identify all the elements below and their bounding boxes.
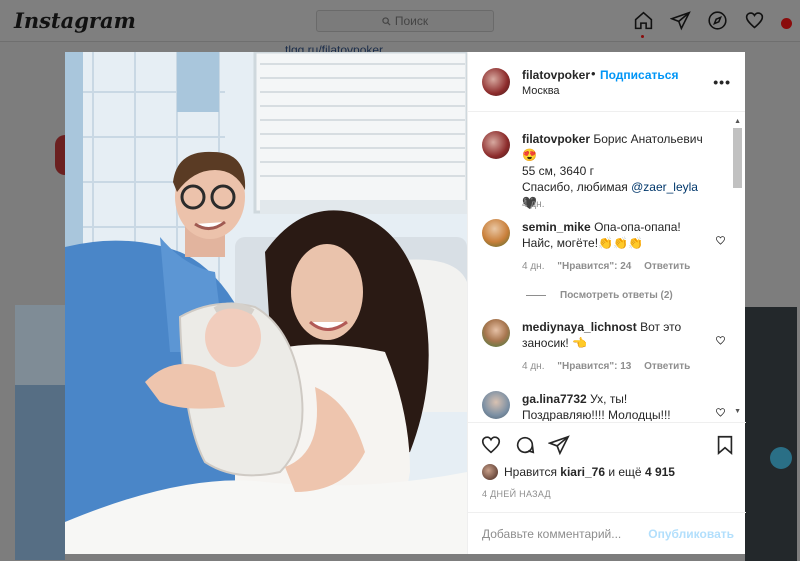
- comment-username[interactable]: mediynaya_lichnost: [522, 320, 637, 334]
- comment-text: semin_mike Опа-опа-опапа! Найс, могёте!👏…: [522, 219, 710, 251]
- comment-text: ga.lina7732 Ух, ты! Поздравляю!!!! Молод…: [522, 391, 710, 421]
- background-post-thumbnail-top: [15, 305, 65, 385]
- caption-username[interactable]: filatovpoker: [522, 132, 590, 146]
- heart-icon[interactable]: [744, 10, 765, 36]
- background-avatar-fragment: [55, 135, 65, 175]
- scroll-down-arrow[interactable]: ▼: [734, 408, 741, 415]
- background-thumbnail-detail: [770, 447, 792, 469]
- comment-meta: 4 дн. "Нравится": 13 Ответить: [522, 361, 700, 372]
- author-avatar[interactable]: [482, 68, 510, 96]
- top-navigation-bar: Instagram Поиск: [0, 0, 800, 42]
- comments-scrollbar-thumb[interactable]: [733, 128, 742, 188]
- publish-button[interactable]: Опубликовать: [648, 527, 734, 541]
- post-timestamp[interactable]: 4 ДНЕЙ НАЗАД: [482, 489, 551, 499]
- liker-avatar: [482, 464, 498, 480]
- post-actions: [468, 422, 746, 458]
- share-icon[interactable]: [548, 434, 570, 456]
- comment-likes[interactable]: "Нравится": 24: [557, 261, 631, 272]
- caption-avatar[interactable]: [482, 131, 510, 159]
- view-replies-label: Посмотреть ответы (2): [560, 290, 673, 301]
- like-comment-icon[interactable]: [715, 233, 726, 251]
- view-replies-button[interactable]: Посмотреть ответы (2): [526, 290, 673, 301]
- comment-input[interactable]: Добавьте комментарий...: [482, 527, 621, 541]
- comment-username[interactable]: semin_mike: [522, 220, 591, 234]
- instagram-logo[interactable]: Instagram: [14, 8, 136, 33]
- post-photo[interactable]: [65, 52, 467, 554]
- save-bookmark-icon[interactable]: [714, 434, 736, 456]
- comment-username[interactable]: ga.lina7732: [522, 392, 587, 406]
- likes-text: Нравится kiari_76 и ещё 4 915: [504, 465, 675, 479]
- liker-username[interactable]: kiari_76: [560, 465, 605, 479]
- likes-count[interactable]: 4 915: [645, 465, 675, 479]
- caption-time[interactable]: 4 дн.: [522, 199, 544, 210]
- caption-meta: 4 дн.: [522, 199, 554, 210]
- like-icon[interactable]: [480, 434, 502, 456]
- follow-button[interactable]: Подписаться: [600, 68, 678, 82]
- comment-time[interactable]: 4 дн.: [522, 361, 544, 372]
- caption-mention[interactable]: @zaer_leyla: [631, 180, 698, 194]
- comment-time[interactable]: 4 дн.: [522, 261, 544, 272]
- comments-list[interactable]: filatovpoker Борис Анатольевич😍 55 см, 3…: [468, 113, 746, 421]
- author-username[interactable]: filatovpoker: [522, 68, 590, 82]
- comment-meta: 4 дн. "Нравится": 24 Ответить: [522, 261, 700, 272]
- more-options-icon[interactable]: •••: [713, 74, 731, 90]
- comment-avatar[interactable]: [482, 319, 510, 347]
- comment-likes[interactable]: "Нравится": 13: [557, 361, 631, 372]
- likes-summary[interactable]: Нравится kiari_76 и ещё 4 915: [482, 464, 675, 480]
- reply-button[interactable]: Ответить: [644, 361, 690, 372]
- caption-line3-prefix: Спасибо, любимая: [522, 180, 632, 194]
- likes-middle: и ещё: [605, 465, 645, 479]
- comment-avatar[interactable]: [482, 219, 510, 247]
- like-comment-icon[interactable]: [715, 333, 726, 351]
- search-placeholder: Поиск: [394, 14, 429, 28]
- scroll-up-arrow[interactable]: ▲: [734, 118, 741, 125]
- post-modal: filatovpoker • Подписаться Москва ••• fi…: [65, 52, 746, 554]
- comment-text: mediynaya_lichnost Вот это заносик! 👈: [522, 319, 710, 351]
- background-post-thumbnail: [745, 307, 797, 561]
- caption-line2: 55 см, 3640 г: [522, 164, 595, 178]
- search-input[interactable]: Поиск: [316, 10, 494, 32]
- comment-icon[interactable]: [514, 434, 536, 456]
- search-icon: [382, 16, 391, 26]
- hospital-photo-illustration: [65, 52, 467, 554]
- active-indicator: [641, 35, 644, 38]
- explore-icon[interactable]: [707, 10, 728, 36]
- home-icon[interactable]: [633, 10, 654, 38]
- add-comment-bar: Добавьте комментарий... Опубликовать: [468, 512, 746, 554]
- post-location[interactable]: Москва: [522, 85, 560, 97]
- like-comment-icon[interactable]: [715, 405, 726, 421]
- reply-button[interactable]: Ответить: [644, 261, 690, 272]
- profile-avatar[interactable]: [781, 17, 792, 29]
- direct-icon[interactable]: [669, 10, 691, 36]
- nav-icons: [633, 10, 792, 38]
- comment-avatar[interactable]: [482, 391, 510, 419]
- post-header: filatovpoker • Подписаться Москва •••: [468, 52, 745, 112]
- separator-dot: •: [591, 66, 596, 81]
- replies-line: [526, 295, 546, 296]
- post-details-panel: filatovpoker • Подписаться Москва ••• fi…: [467, 52, 746, 554]
- likes-prefix: Нравится: [504, 465, 561, 479]
